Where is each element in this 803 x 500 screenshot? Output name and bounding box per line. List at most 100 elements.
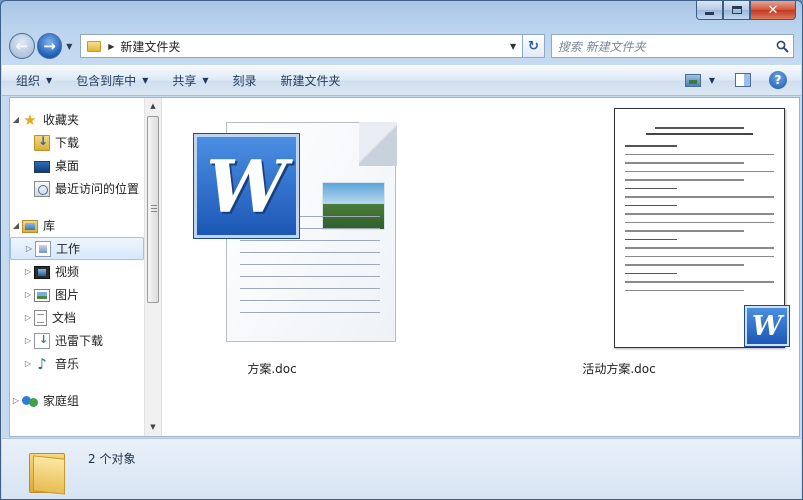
music-note-icon: ♪ [37, 354, 47, 373]
preview-pane-icon[interactable] [735, 73, 751, 87]
chevron-down-icon: ▼ [142, 76, 149, 85]
sidebar-item-label: 图片 [55, 288, 80, 302]
back-arrow-icon: ← [15, 37, 29, 55]
downloads-folder-icon [34, 134, 50, 151]
documents-library-icon [34, 309, 47, 326]
sidebar-item-libraries[interactable]: ◢ 库 [10, 214, 144, 237]
sidebar-item-downloads[interactable]: 下载 [10, 131, 144, 154]
new-folder-label: 新建文件夹 [280, 74, 341, 88]
explorer-content: ◢ ★ 收藏夹 下载 桌面 最近访问的位置 ◢ [9, 97, 800, 437]
sidebar-item-work[interactable]: ▷ 工作 [10, 237, 144, 260]
refresh-button[interactable]: ↻ [523, 34, 545, 58]
scrollbar-thumb[interactable] [147, 116, 159, 303]
sidebar-scrollbar[interactable]: ▲ ▼ [144, 98, 161, 436]
sidebar-item-label: 工作 [56, 242, 81, 256]
chevron-down-icon: ▼ [202, 76, 209, 85]
close-button[interactable]: ✕ [750, 1, 796, 20]
sidebar-item-music[interactable]: ▷ ♪ 音乐 [10, 352, 144, 375]
collapse-arrow-icon[interactable]: ◢ [10, 221, 22, 230]
refresh-icon: ↻ [527, 38, 539, 54]
minimize-icon [705, 11, 714, 15]
recent-places-icon [34, 180, 50, 197]
scroll-down-icon[interactable]: ▼ [145, 419, 161, 436]
forward-arrow-icon: → [43, 37, 56, 55]
expand-arrow-icon[interactable]: ▷ [22, 290, 34, 299]
sidebar-item-label: 音乐 [55, 357, 80, 371]
star-icon: ★ [23, 110, 37, 129]
sidebar-item-videos[interactable]: ▷ 视频 [10, 260, 144, 283]
sidebar-item-favorites[interactable]: ◢ ★ 收藏夹 [10, 108, 144, 131]
close-icon: ✕ [767, 2, 779, 18]
details-pane: 2 个对象 [2, 438, 801, 499]
caption-buttons: ✕ [696, 1, 796, 21]
collapse-arrow-icon[interactable]: ◢ [10, 115, 22, 124]
address-bar[interactable]: ▶ 新建文件夹 ▼ [80, 34, 524, 58]
expand-arrow-icon[interactable]: ▷ [10, 396, 22, 405]
back-button[interactable]: ← [9, 33, 35, 59]
expand-arrow-icon[interactable]: ▷ [23, 244, 35, 253]
change-view-icon[interactable] [684, 73, 701, 87]
file-list: W 方案.doc W 活动方案.doc [162, 98, 799, 436]
thunder-download-library-icon [34, 332, 50, 349]
navigation-tree: ◢ ★ 收藏夹 下载 桌面 最近访问的位置 ◢ [10, 108, 144, 412]
sidebar-item-label: 文档 [52, 311, 77, 325]
word-document-icon: W [194, 134, 299, 238]
forward-button[interactable]: → [36, 33, 63, 59]
expand-arrow-icon[interactable]: ▷ [22, 313, 34, 322]
sidebar-item-thunder-downloads[interactable]: ▷ 迅雷下载 [10, 329, 144, 352]
command-bar: 组织 ▼ 包含到库中 ▼ 共享 ▼ 刻录 新建文件夹 ▼ ? [2, 65, 801, 96]
file-name[interactable]: 方案.doc [162, 360, 382, 377]
help-icon[interactable]: ? [769, 71, 787, 89]
sidebar-item-label: 库 [43, 219, 56, 233]
address-dropdown-icon[interactable]: ▼ [504, 42, 522, 51]
view-controls: ▼ ? [684, 71, 787, 89]
sidebar-item-documents[interactable]: ▷ 文档 [10, 306, 144, 329]
file-name[interactable]: 活动方案.doc [509, 360, 729, 377]
page-fold-icon [359, 122, 397, 166]
maximize-button[interactable] [723, 1, 750, 20]
library-icon [22, 220, 38, 233]
view-options-dropdown-icon[interactable]: ▼ [709, 76, 715, 85]
expand-arrow-icon[interactable]: ▷ [22, 336, 34, 345]
chevron-down-icon: ▼ [46, 76, 53, 85]
minimize-button[interactable] [696, 1, 723, 20]
sidebar-item-label: 下载 [55, 136, 80, 150]
sidebar-item-label: 最近访问的位置 [55, 182, 140, 196]
search-icon[interactable] [773, 40, 793, 53]
recent-pages-dropdown[interactable]: ▼ [62, 42, 76, 51]
burn-label: 刻录 [232, 74, 257, 88]
organize-button[interactable]: 组织 ▼ [16, 72, 52, 89]
new-folder-button[interactable]: 新建文件夹 [281, 72, 341, 89]
share-label: 共享 [172, 74, 197, 88]
address-path[interactable]: 新建文件夹 [120, 38, 504, 55]
grip-icon [151, 205, 157, 212]
folder-icon [87, 40, 102, 52]
organize-label: 组织 [16, 74, 41, 88]
sidebar-item-label: 家庭组 [43, 394, 80, 408]
sidebar-item-pictures[interactable]: ▷ 图片 [10, 283, 144, 306]
sidebar-item-label: 收藏夹 [43, 113, 80, 127]
sidebar-item-label: 桌面 [55, 159, 80, 173]
include-in-library-label: 包含到库中 [76, 74, 137, 88]
video-library-icon [34, 266, 50, 279]
item-count: 2 个对象 [88, 452, 136, 466]
include-in-library-button[interactable]: 包含到库中 ▼ [76, 72, 148, 89]
folder-icon [29, 447, 65, 495]
search-input[interactable]: 搜索 新建文件夹 [558, 38, 773, 55]
desktop-icon [34, 160, 50, 173]
search-box[interactable]: 搜索 新建文件夹 [550, 34, 794, 58]
scroll-up-icon[interactable]: ▲ [145, 98, 161, 115]
sidebar-item-desktop[interactable]: 桌面 [10, 154, 144, 177]
breadcrumb-chevron-icon[interactable]: ▶ [108, 42, 114, 51]
work-library-icon [35, 240, 51, 257]
sidebar-item-label: 视频 [55, 265, 80, 279]
pictures-library-icon [34, 289, 50, 302]
expand-arrow-icon[interactable]: ▷ [22, 359, 34, 368]
navigation-bar: ← → ▼ ▶ 新建文件夹 ▼ ↻ 搜索 新建文件夹 [9, 32, 794, 60]
sidebar-item-recent-places[interactable]: 最近访问的位置 [10, 177, 144, 200]
sidebar-item-label: 迅雷下载 [55, 334, 104, 348]
burn-button[interactable]: 刻录 [233, 72, 257, 89]
share-button[interactable]: 共享 ▼ [172, 72, 208, 89]
sidebar-item-homegroup[interactable]: ▷ 家庭组 [10, 389, 144, 412]
expand-arrow-icon[interactable]: ▷ [22, 267, 34, 276]
